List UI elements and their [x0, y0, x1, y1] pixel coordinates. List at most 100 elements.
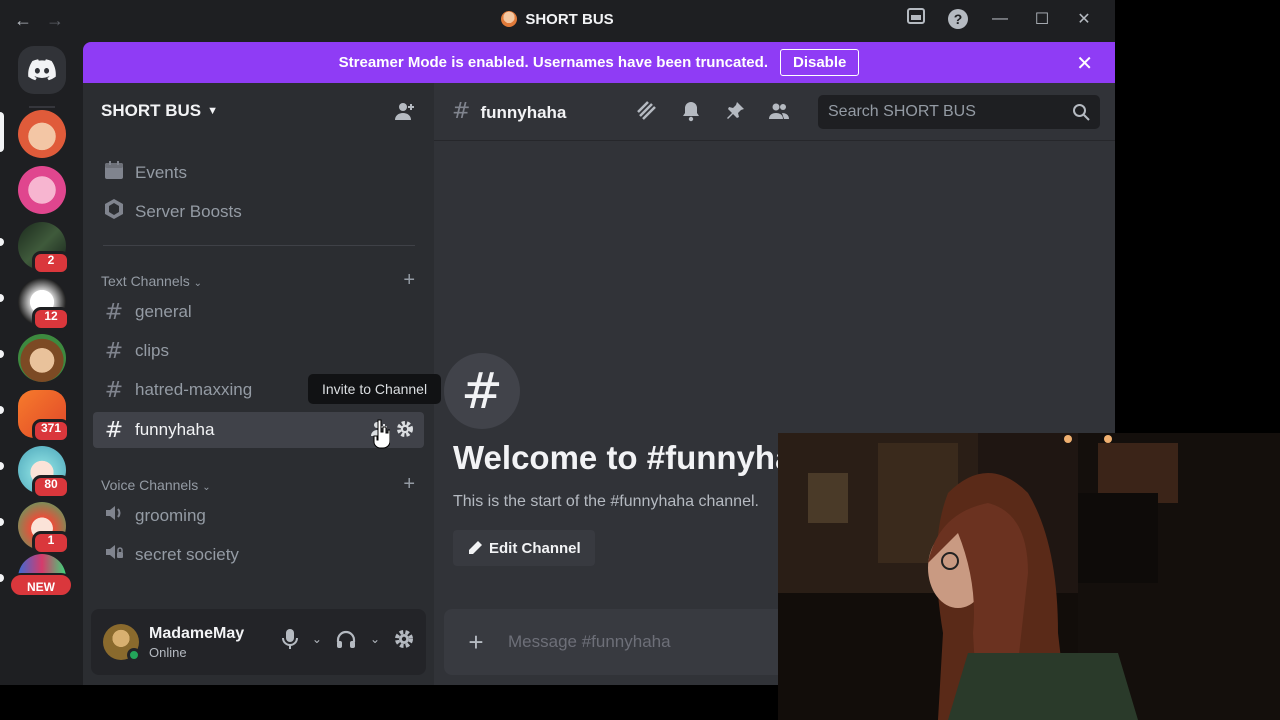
- user-settings-gear-icon[interactable]: [394, 629, 414, 649]
- minimize-button[interactable]: —: [979, 10, 1021, 28]
- edit-channel-label: Edit Channel: [489, 539, 581, 557]
- search-input[interactable]: [828, 103, 1048, 121]
- channel-clips[interactable]: # clips: [93, 333, 424, 369]
- online-status-dot: [127, 648, 141, 662]
- server-icon-forest[interactable]: 2: [18, 222, 70, 275]
- user-info[interactable]: MadameMay Online: [149, 625, 244, 660]
- mic-chevron-down-icon[interactable]: ⌄: [312, 632, 322, 646]
- banner-message: Streamer Mode is enabled. Usernames have…: [338, 54, 768, 71]
- server-boosts-item[interactable]: Server Boosts: [93, 194, 424, 230]
- locked-speaker-icon: [103, 543, 125, 567]
- create-channel-plus-icon[interactable]: +: [403, 269, 415, 292]
- speaker-icon: [103, 504, 125, 528]
- window-title-text: SHORT BUS: [525, 11, 614, 28]
- channel-label: clips: [135, 341, 170, 360]
- hash-icon: #: [104, 377, 124, 403]
- boost-gem-icon: [103, 199, 125, 225]
- server-icon-boy[interactable]: [18, 334, 66, 382]
- avatar[interactable]: [103, 624, 141, 662]
- server-header[interactable]: SHORT BUS ▼: [83, 83, 434, 139]
- chevron-down-icon: ▼: [207, 105, 219, 117]
- server-icon-red-hair[interactable]: [18, 110, 66, 158]
- voice-channels-category[interactable]: Voice Channels ⌄ +: [101, 473, 415, 496]
- rail-divider: [29, 106, 55, 108]
- server-icon-horse[interactable]: 12: [18, 278, 70, 331]
- server-name[interactable]: SHORT BUS ▼: [101, 101, 218, 121]
- voice-channel-label: secret society: [135, 545, 239, 564]
- unread-pill: [0, 350, 4, 358]
- server-boosts-label: Server Boosts: [135, 202, 242, 221]
- discord-home-button[interactable]: [18, 46, 66, 94]
- text-category-label: Text Channels: [101, 272, 190, 289]
- unread-pill: [0, 406, 4, 414]
- voice-controls: ⌄ ⌄: [281, 629, 414, 649]
- create-voice-plus-icon[interactable]: +: [403, 473, 415, 496]
- events-item[interactable]: Events: [93, 155, 424, 191]
- tooltip: Invite to Channel: [308, 374, 442, 404]
- channel-label: funnyhaha: [135, 420, 215, 439]
- sidebar-divider: [103, 245, 415, 246]
- channel-hash-icon: #: [444, 353, 520, 429]
- voice-channel-grooming[interactable]: grooming: [93, 498, 424, 534]
- discord-logo-icon: [28, 59, 56, 81]
- notification-bell-icon[interactable]: [680, 100, 702, 122]
- disable-button[interactable]: Disable: [779, 49, 860, 76]
- chevron-down-icon: ⌄: [193, 277, 202, 289]
- webcam-overlay: [778, 433, 1280, 720]
- search-icon: [1073, 104, 1090, 121]
- unread-pill: [0, 518, 4, 526]
- add-member-icon[interactable]: [394, 101, 416, 121]
- server-icon-pink-cloud[interactable]: [18, 166, 66, 214]
- server-list: 2 12 371 80 1 NEW: [0, 42, 83, 685]
- hash-icon: #: [104, 299, 124, 325]
- unread-pill: [0, 238, 4, 246]
- microphone-icon[interactable]: [281, 629, 298, 649]
- headphones-icon[interactable]: [336, 630, 356, 648]
- voice-channel-secret-society[interactable]: secret society: [93, 537, 424, 573]
- channel-header: # funnyhaha: [434, 83, 1115, 141]
- mention-badge: 1: [32, 531, 70, 555]
- window-controls: ? — ☐ ✕: [895, 8, 1105, 29]
- member-list-icon[interactable]: [768, 100, 790, 122]
- channel-title-text: funnyhaha: [480, 103, 567, 122]
- header-toolbar: [636, 100, 790, 122]
- voice-category-label: Voice Channels: [101, 476, 199, 493]
- voice-channel-label: grooming: [135, 506, 206, 525]
- mention-badge: 80: [32, 475, 70, 499]
- user-panel: MadameMay Online ⌄ ⌄: [91, 609, 426, 675]
- webcam-feed-image: [778, 433, 1280, 720]
- headphones-chevron-down-icon[interactable]: ⌄: [370, 632, 380, 646]
- channel-general[interactable]: # general: [93, 294, 424, 330]
- selected-pill: [0, 112, 4, 152]
- edit-channel-button[interactable]: Edit Channel: [453, 530, 595, 566]
- threads-icon[interactable]: [636, 100, 658, 122]
- help-icon[interactable]: ?: [937, 8, 979, 29]
- username: MadameMay: [149, 624, 245, 642]
- hash-icon: #: [104, 338, 124, 364]
- events-label: Events: [135, 163, 187, 182]
- new-badge: NEW: [9, 573, 73, 597]
- server-icon-orange[interactable]: 371: [18, 390, 70, 443]
- maximize-button[interactable]: ☐: [1021, 9, 1063, 29]
- channel-label: hatred-maxxing: [135, 380, 253, 399]
- user-status: Online: [149, 644, 187, 660]
- server-icon-anime-blue[interactable]: 80: [18, 446, 70, 499]
- title-bar: ← → SHORT BUS ? — ☐ ✕: [0, 0, 1115, 42]
- gear-icon[interactable]: [396, 420, 414, 438]
- channel-label: general: [135, 302, 192, 321]
- text-channels-category[interactable]: Text Channels ⌄ +: [101, 269, 415, 292]
- server-icon-anime-red[interactable]: 1: [18, 502, 70, 555]
- banner-close-icon[interactable]: ✕: [1076, 51, 1093, 76]
- mention-badge: 12: [32, 307, 70, 331]
- search-bar[interactable]: [818, 95, 1100, 129]
- hand-cursor-icon: [373, 419, 390, 449]
- unread-pill: [0, 574, 4, 582]
- close-button[interactable]: ✕: [1063, 9, 1105, 29]
- chevron-down-icon: ⌄: [202, 481, 211, 493]
- inbox-icon[interactable]: [895, 8, 937, 29]
- attach-plus-icon[interactable]: +: [444, 627, 508, 658]
- hash-icon: #: [452, 99, 471, 124]
- pin-icon[interactable]: [724, 100, 746, 122]
- hash-icon: #: [104, 417, 124, 443]
- streamer-mode-banner: Streamer Mode is enabled. Usernames have…: [83, 42, 1115, 83]
